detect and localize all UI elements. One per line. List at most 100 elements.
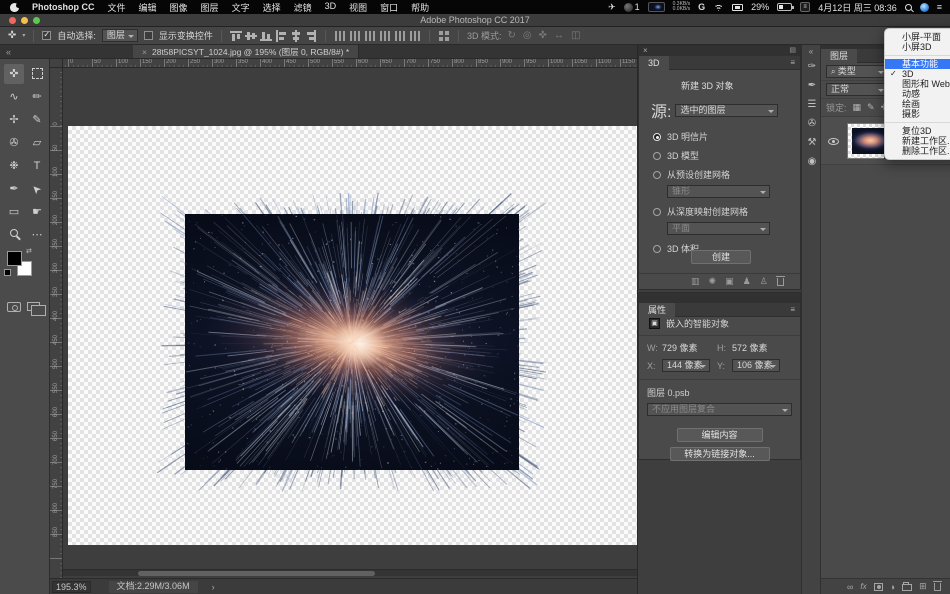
chat-status-icon[interactable] [624, 3, 633, 12]
materials-filter-icon[interactable]: ♙ [760, 276, 768, 287]
3d-option-1[interactable]: 3D 模型 [653, 149, 800, 162]
lasso-tool[interactable]: ∿ [4, 87, 24, 107]
layer-mask-icon[interactable] [874, 583, 883, 591]
spotlight-search-icon[interactable] [905, 4, 912, 11]
default-colors-icon[interactable] [4, 269, 11, 276]
distribute-bottom-icon[interactable] [364, 30, 376, 42]
status-options-chevron-icon[interactable]: › [212, 582, 215, 592]
radio-icon[interactable] [653, 152, 661, 160]
menubar-menu-2[interactable]: 图像 [170, 1, 188, 14]
radio-icon[interactable] [653, 208, 661, 216]
lights-filter-icon[interactable]: ✺ [709, 276, 717, 287]
radio-icon[interactable] [653, 245, 661, 253]
align-middle-icon[interactable] [245, 30, 257, 42]
hand-tool[interactable]: ☛ [27, 202, 47, 222]
menubar-menu-0[interactable]: 文件 [108, 1, 126, 14]
vertical-ruler[interactable]: 0501001502002503003504004505005506006507… [50, 68, 63, 578]
apple-menu-icon[interactable] [10, 3, 19, 12]
screen-mode-button[interactable] [27, 302, 40, 311]
logitech-g-icon[interactable]: G [698, 0, 705, 14]
vpn-plane-icon[interactable]: ✈ [608, 0, 616, 14]
history-brush-tool[interactable]: ❉ [4, 156, 24, 176]
workspace-menu-item-0[interactable]: 小屏-平面 [885, 32, 950, 42]
align-top-icon[interactable] [230, 30, 242, 42]
ruler-origin-corner[interactable] [50, 59, 63, 68]
delete-layer-icon[interactable] [934, 583, 941, 591]
cc-libraries-panel-icon[interactable]: ◉ [804, 154, 820, 169]
workspace-menu-item-1[interactable]: 小屏3D [885, 42, 950, 52]
quick-mask-button[interactable] [7, 302, 21, 312]
notification-center-icon[interactable]: ≡ [937, 0, 942, 14]
lock-transparent-icon[interactable]: ▦ [853, 102, 862, 113]
eraser-tool[interactable]: ▱ [27, 133, 47, 153]
3d-option-0[interactable]: 3D 明信片 [653, 130, 800, 143]
quick-selection-tool[interactable]: ✏ [27, 87, 47, 107]
type-tool[interactable]: T [27, 156, 47, 176]
align-center-icon[interactable] [290, 30, 302, 42]
meshes-filter-icon[interactable]: ♟ [743, 276, 751, 287]
more-tools[interactable]: ⋯ [27, 225, 47, 245]
new-layer-icon[interactable]: ⊞ [919, 581, 927, 592]
distribute-top-icon[interactable] [334, 30, 346, 42]
align-bottom-icon[interactable] [260, 30, 272, 42]
environment-filter-icon[interactable]: ▣ [725, 276, 734, 287]
radio-icon[interactable] [653, 133, 661, 141]
menubar-menu-6[interactable]: 滤镜 [294, 1, 312, 14]
workspace-menu-item-11[interactable]: 新建工作区... [885, 136, 950, 146]
clone-source-panel-icon[interactable]: ✇ [804, 116, 820, 131]
distribute-right-icon[interactable] [409, 30, 421, 42]
show-transform-checkbox[interactable] [144, 31, 153, 40]
layer-group-icon[interactable] [902, 584, 912, 591]
brush-tool[interactable]: ✎ [27, 110, 47, 130]
menubar-menu-10[interactable]: 帮助 [411, 1, 429, 14]
fx-icon[interactable]: fx [860, 582, 866, 591]
layer-visibility-eye-icon[interactable] [828, 138, 839, 145]
calendar-icon[interactable]: ≡ [800, 2, 810, 12]
swap-colors-icon[interactable]: ⇄ [26, 247, 32, 255]
wifi-icon[interactable] [713, 3, 724, 11]
y-position-field[interactable]: 106 像素 [732, 359, 780, 372]
horizontal-scrollbar[interactable] [63, 569, 637, 576]
zoom-tool[interactable] [4, 225, 24, 245]
scene-filter-icon[interactable]: ▥ [691, 276, 700, 287]
menubar-menu-8[interactable]: 视图 [349, 1, 367, 14]
zoom-level-field[interactable]: 195.3% [52, 581, 91, 593]
workspace-menu-item-4[interactable]: ✓3D [885, 69, 950, 79]
close-document-icon[interactable]: × [142, 47, 147, 57]
tools-panel-icon[interactable]: ⚒ [804, 135, 820, 150]
create-button[interactable]: 创建 [691, 250, 751, 264]
edit-contents-button[interactable]: 编辑内容 [677, 428, 763, 442]
foreground-color-swatch[interactable] [7, 251, 22, 266]
workspace-menu-item-3[interactable]: 基本功能 [885, 59, 950, 69]
auto-select-checkbox[interactable] [42, 31, 51, 40]
menubar-clock[interactable]: 4月12日 周三 08:36 [818, 1, 897, 14]
siri-icon[interactable] [920, 3, 929, 12]
toolbar-collapse-icon[interactable]: « [0, 45, 17, 58]
brush-presets-panel-icon[interactable]: ✑ [804, 59, 820, 74]
app-menu-title[interactable]: Photoshop CC [32, 2, 95, 12]
direct-selection-tool[interactable]: ➤ [27, 179, 47, 199]
lock-pixels-icon[interactable]: ✎ [867, 102, 875, 113]
blend-mode-dropdown[interactable]: 正常 [826, 83, 888, 96]
convert-to-linked-button[interactable]: 转换为链接对象... [670, 447, 770, 461]
auto-select-target-dropdown[interactable]: 图层 [102, 29, 138, 42]
distribute-middle-icon[interactable] [349, 30, 361, 42]
document-tab[interactable]: × 28t58PICSYT_1024.jpg @ 195% (图层 0, RGB… [133, 45, 359, 58]
rectangular-marquee-tool[interactable] [27, 64, 47, 84]
radio-icon[interactable] [653, 171, 661, 179]
tab-3d[interactable]: 3D [639, 56, 669, 70]
menubar-menu-1[interactable]: 编辑 [139, 1, 157, 14]
workspace-menu-item-7[interactable]: 绘画 [885, 99, 950, 109]
align-right-icon[interactable] [305, 30, 317, 42]
tool-preset-chevron-icon[interactable]: ▾ [22, 32, 25, 39]
swatches-panel-icon[interactable]: ✒ [804, 78, 820, 93]
align-left-icon[interactable] [275, 30, 287, 42]
menubar-menu-7[interactable]: 3D [325, 1, 337, 14]
collapse-panel-icon[interactable]: ▤ [789, 46, 796, 56]
document-viewport[interactable] [63, 68, 637, 578]
panel-menu-icon[interactable]: ≡ [790, 58, 795, 67]
clone-stamp-tool[interactable]: ✇ [4, 133, 24, 153]
source-dropdown[interactable]: 选中的图层 [675, 104, 778, 117]
x-position-field[interactable]: 144 像素 [662, 359, 710, 372]
magic-wand-tool[interactable]: ✢ [4, 110, 24, 130]
